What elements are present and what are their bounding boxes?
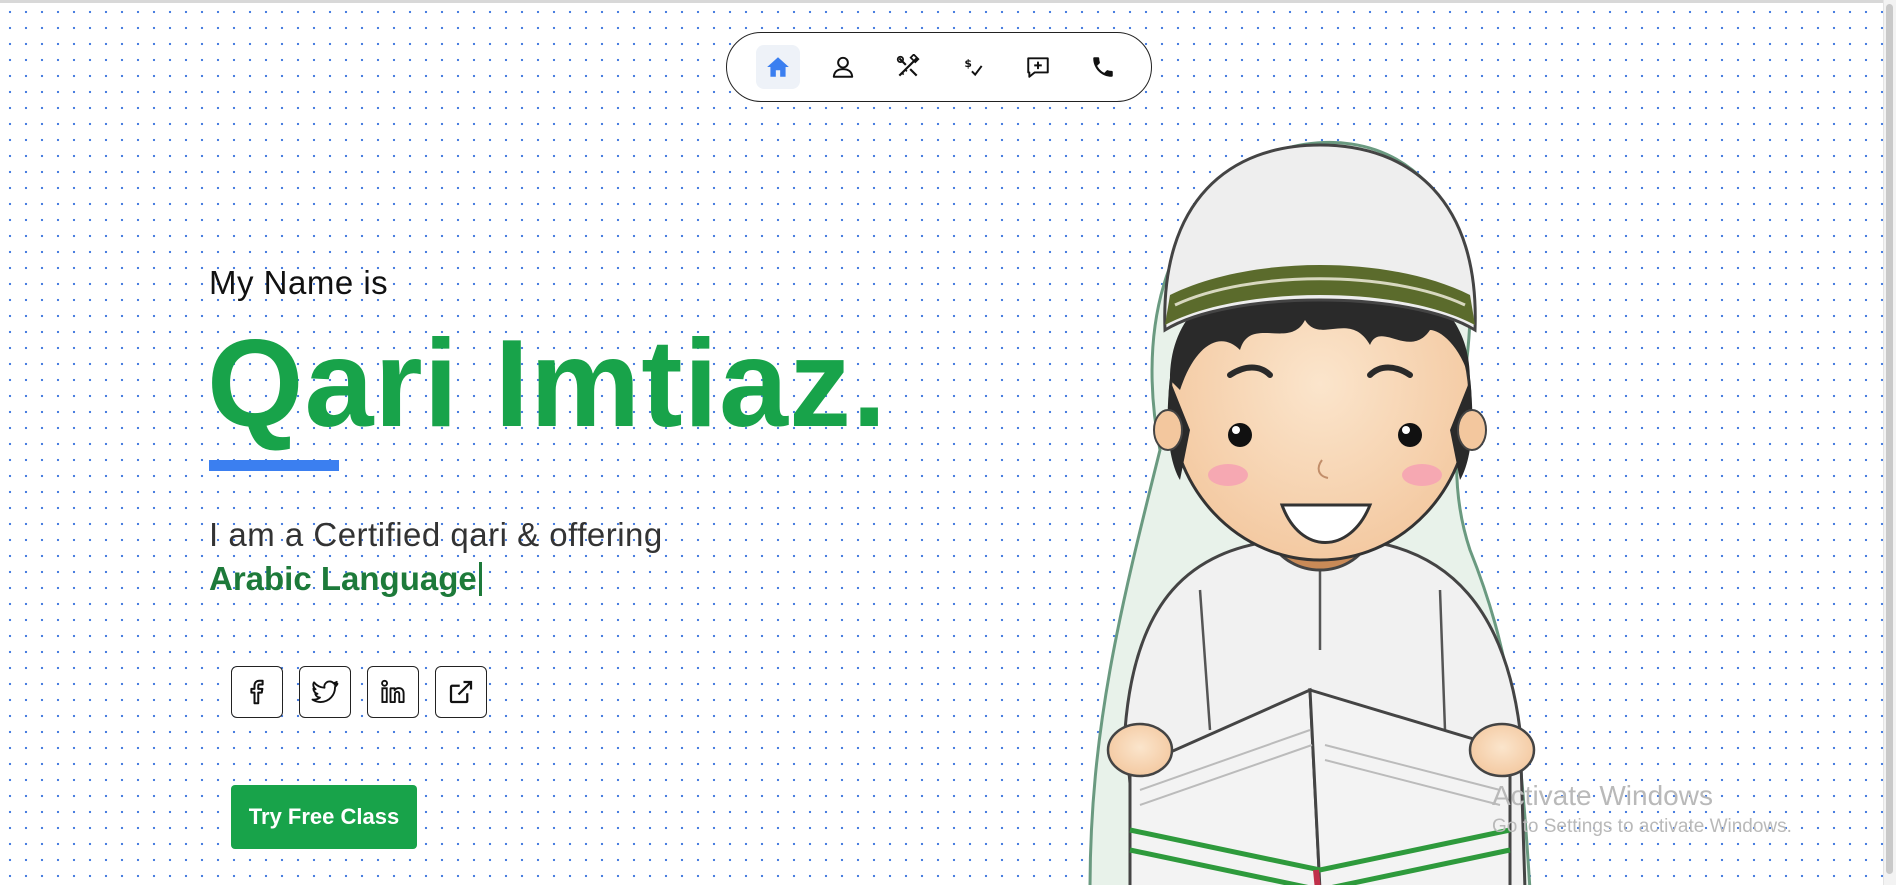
name-underline [209, 460, 339, 471]
activation-watermark: Activate Windows Go to Settings to activ… [1492, 780, 1792, 838]
external-link-icon [449, 680, 473, 704]
website-link[interactable] [435, 666, 487, 718]
facebook-icon [250, 679, 264, 705]
message-plus-icon [1027, 57, 1049, 78]
hero-name: Qari Imtiaz. [207, 315, 888, 453]
user-icon [832, 56, 854, 78]
intro-text: My Name is [209, 264, 389, 301]
nav-about[interactable] [821, 45, 865, 89]
nav-testimonials[interactable] [1016, 45, 1060, 89]
page: $ My Name is Qari Imtiaz. I am a Certifi… [0, 0, 1896, 885]
typed-subject: Arabic Language [209, 560, 482, 598]
typing-cursor [478, 562, 482, 596]
svg-text:$: $ [964, 57, 972, 70]
tools-icon [896, 54, 920, 77]
nav-contact[interactable] [1081, 45, 1125, 89]
try-free-class-button[interactable]: Try Free Class [231, 785, 417, 849]
watermark-title: Activate Windows [1492, 780, 1713, 811]
tagline: I am a Certified qari & offering [209, 516, 663, 553]
social-links [231, 666, 487, 718]
nav-bar: $ [726, 32, 1152, 102]
facebook-link[interactable] [231, 666, 283, 718]
top-border [0, 0, 1896, 3]
nav-services[interactable] [886, 45, 930, 89]
linkedin-icon [381, 679, 405, 703]
scrollbar-thumb[interactable] [1886, 4, 1893, 874]
nav-home[interactable] [756, 45, 800, 89]
typed-text: Arabic Language [209, 560, 477, 597]
nav-pricing[interactable]: $ [951, 45, 995, 89]
dollar-check-icon: $ [964, 57, 983, 77]
twitter-icon [311, 680, 339, 703]
scrollbar[interactable] [1883, 0, 1896, 885]
phone-icon [1093, 57, 1113, 77]
watermark-subtitle: Go to Settings to activate Windows. [1492, 816, 1792, 837]
hero-illustration [1088, 140, 1536, 885]
home-icon [767, 57, 789, 77]
twitter-link[interactable] [299, 666, 351, 718]
linkedin-link[interactable] [367, 666, 419, 718]
